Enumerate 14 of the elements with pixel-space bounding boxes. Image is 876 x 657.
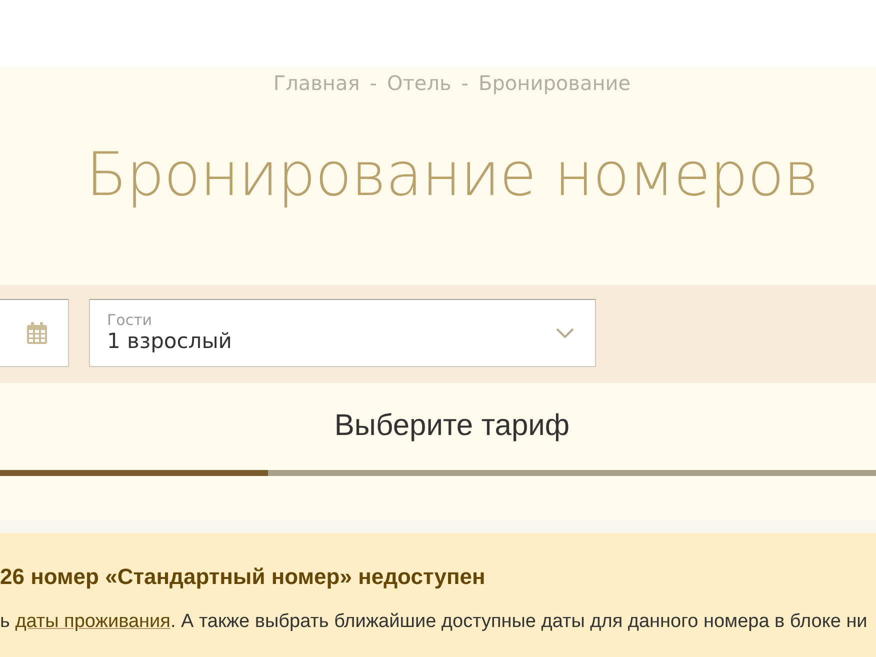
guests-select[interactable]: Гости 1 взрослый bbox=[89, 299, 596, 367]
chevron-down-icon bbox=[556, 328, 574, 338]
dates-link[interactable]: даты проживания bbox=[15, 611, 170, 632]
breadcrumb-separator: - bbox=[368, 71, 378, 95]
calendar-icon bbox=[27, 322, 47, 344]
guests-label: Гости bbox=[107, 312, 154, 329]
notice-text: ь даты проживания. А также выбрать ближайшие доступные даты для данного номера в блоке ни bbox=[0, 610, 868, 634]
breadcrumb-separator: - bbox=[460, 71, 470, 95]
guests-value: 1 взрослый bbox=[107, 329, 232, 354]
breadcrumb-current: Бронирование bbox=[478, 71, 631, 95]
page-title: Бронирование номеров bbox=[86, 139, 818, 212]
date-field[interactable] bbox=[0, 299, 69, 367]
step-title: Выберите тариф bbox=[334, 408, 570, 444]
notice-heading: 26 номер «Стандартный номер» недоступен bbox=[0, 564, 486, 590]
